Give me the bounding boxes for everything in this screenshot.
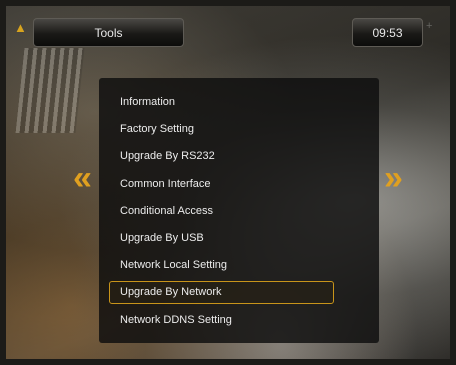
right-arrow-icon[interactable]: » (384, 161, 403, 195)
menu-item-factory-setting[interactable]: Factory Setting (109, 118, 334, 141)
menu-item-network-ddns-setting[interactable]: Network DDNS Setting (109, 309, 334, 332)
menu-item-upgrade-by-rs232[interactable]: Upgrade By RS232 (109, 145, 334, 168)
menu-item-network-local-setting[interactable]: Network Local Setting (109, 254, 334, 277)
clock-ghost-mark: + (426, 20, 433, 32)
page-title: Tools (94, 26, 123, 40)
brand-logo-icon: ▲ (14, 20, 27, 35)
tools-menu: Information Factory Setting Upgrade By R… (99, 78, 379, 343)
tv-screen: ▲ Tools 09:53 + « » Information Factory … (6, 6, 450, 359)
menu-item-upgrade-by-usb[interactable]: Upgrade By USB (109, 227, 334, 250)
clock-time: 09:53 (372, 26, 403, 40)
clock-display: 09:53 (352, 18, 423, 47)
menu-item-conditional-access[interactable]: Conditional Access (109, 200, 334, 223)
title-bar: Tools (33, 18, 184, 47)
menu-item-information[interactable]: Information (109, 91, 334, 114)
menu-item-upgrade-by-network[interactable]: Upgrade By Network (109, 281, 334, 304)
menu-item-common-interface[interactable]: Common Interface (109, 173, 334, 196)
left-arrow-icon[interactable]: « (73, 161, 92, 195)
background-radiator (15, 48, 85, 133)
